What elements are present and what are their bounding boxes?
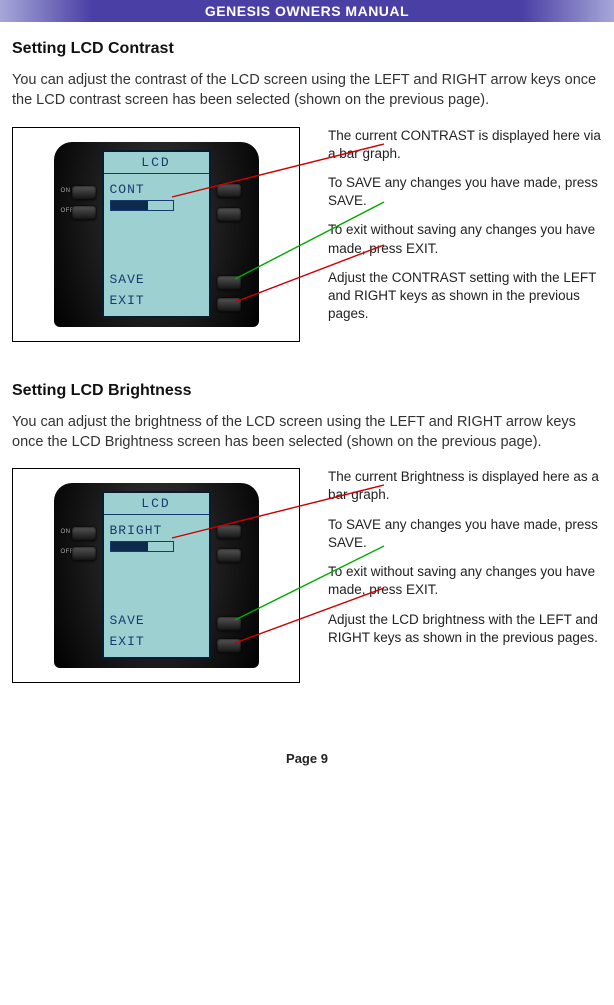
lcd-save-label-2: SAVE [110, 613, 203, 628]
right-button-2 [217, 208, 241, 222]
right-button-1 [217, 184, 241, 198]
callout-b1: The current Brightness is dis­played her… [328, 468, 606, 504]
figure-row-contrast: ON OFF LCD CONT SAVE [12, 127, 606, 342]
left-button-1 [72, 186, 96, 200]
callout-b4: Adjust the LCD brightness with the LEFT … [328, 611, 606, 647]
lcd-exit-label: EXIT [110, 293, 203, 308]
right-button-3b [217, 617, 241, 631]
callout-b2: To SAVE any changes you have made, press… [328, 516, 606, 552]
right-button-1b [217, 525, 241, 539]
figure-brightness: ON OFF LCD BRIGHT SAVE [12, 468, 300, 683]
figure-row-brightness: ON OFF LCD BRIGHT SAVE [12, 468, 606, 683]
remote-device: ON OFF LCD CONT SAVE [54, 142, 259, 327]
left-button-2 [72, 206, 96, 220]
section1-intro: You can adjust the contrast of the LCD s… [12, 70, 606, 111]
right-button-2b [217, 549, 241, 563]
lcd-screen-2: LCD BRIGHT SAVE EXIT [102, 491, 211, 659]
lcd-exit-label-2: EXIT [110, 634, 203, 649]
callout-b3: To exit without saving any changes you h… [328, 563, 606, 599]
header-bar: GENESIS OWNERS MANUAL [0, 0, 614, 22]
on-label: ON [61, 188, 71, 194]
section2-intro: You can adjust the brightness of the LCD… [12, 412, 606, 453]
callout-c3: To exit without saving any changes you h… [328, 221, 606, 257]
remote-device-2: ON OFF LCD BRIGHT SAVE [54, 483, 259, 668]
callouts-contrast: The current CONTRAST is displayed here v… [328, 127, 606, 335]
callouts-brightness: The current Brightness is dis­played her… [328, 468, 606, 658]
callout-c4: Adjust the CONTRAST setting with the LEF… [328, 269, 606, 324]
lcd-save-label: SAVE [110, 272, 203, 287]
lcd-screen: LCD CONT SAVE EXIT [102, 150, 211, 318]
left-button-1b [72, 527, 96, 541]
contrast-bar [110, 200, 174, 211]
figure-contrast: ON OFF LCD CONT SAVE [12, 127, 300, 342]
page-body: Setting LCD Contrast You can adjust the … [0, 22, 614, 683]
right-button-4b [217, 639, 241, 653]
section2-title: Setting LCD Brightness [12, 382, 606, 400]
section1-title: Setting LCD Contrast [12, 40, 606, 58]
right-button-3 [217, 276, 241, 290]
page-footer: Page 9 [0, 743, 614, 780]
on-label-2: ON [61, 529, 71, 535]
lcd-param-label-2: BRIGHT [110, 523, 203, 538]
brightness-bar [110, 541, 174, 552]
callout-c1: The current CONTRAST is displayed here v… [328, 127, 606, 163]
lcd-title-2: LCD [104, 493, 209, 515]
left-button-2b [72, 547, 96, 561]
right-button-4 [217, 298, 241, 312]
callout-c2: To SAVE any changes you have made, press… [328, 174, 606, 210]
lcd-param-label: CONT [110, 182, 203, 197]
lcd-title: LCD [104, 152, 209, 174]
